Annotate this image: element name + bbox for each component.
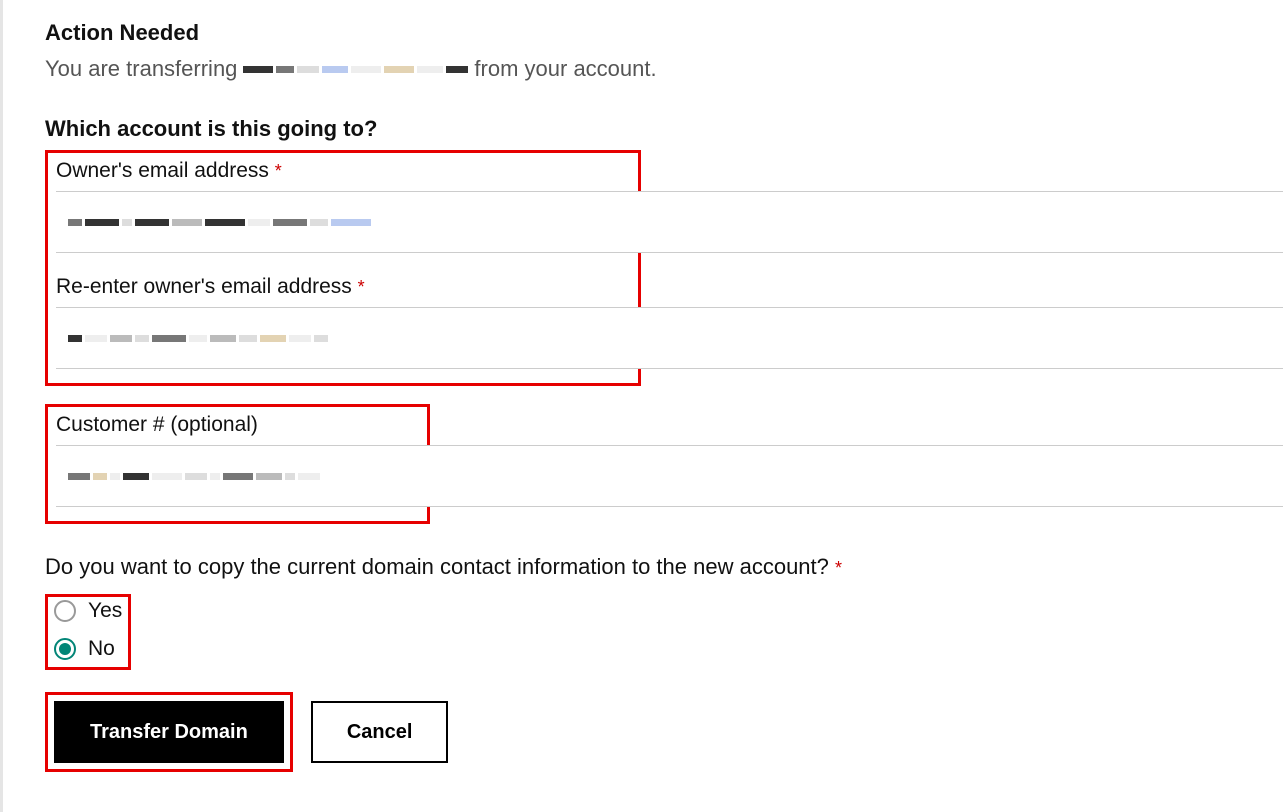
account-question: Which account is this going to? — [45, 116, 1283, 142]
highlight-box-customer: Customer # (optional) — [45, 404, 430, 524]
customer-number-input[interactable] — [56, 445, 1283, 507]
page-title: Action Needed — [45, 20, 1283, 46]
copy-contact-question: Do you want to copy the current domain c… — [45, 554, 1283, 580]
radio-icon — [54, 600, 76, 622]
radio-label-yes: Yes — [88, 599, 122, 623]
radio-option-no[interactable]: No — [54, 637, 122, 661]
reenter-email-input[interactable] — [56, 307, 1283, 369]
highlight-box-radio: Yes No — [45, 594, 131, 670]
redacted-domain — [243, 66, 468, 73]
redacted-customer-number — [68, 473, 320, 480]
redacted-owner-email — [68, 219, 371, 226]
button-row: Transfer Domain Cancel — [45, 692, 1283, 772]
transfer-subtext: You are transferring from your account. — [45, 56, 1283, 82]
customer-number-label: Customer # (optional) — [56, 413, 419, 437]
transfer-domain-button[interactable]: Transfer Domain — [54, 701, 284, 763]
radio-icon — [54, 638, 76, 660]
subtext-prefix: You are transferring — [45, 56, 237, 82]
required-asterisk: * — [835, 558, 842, 578]
redacted-reenter-email — [68, 335, 328, 342]
highlight-box-emails: Owner's email address * Re-enter owner's… — [45, 150, 641, 386]
reenter-email-label: Re-enter owner's email address * — [56, 275, 630, 299]
owner-email-input[interactable] — [56, 191, 1283, 253]
highlight-box-transfer: Transfer Domain — [45, 692, 293, 772]
subtext-suffix: from your account. — [474, 56, 656, 82]
owner-email-label: Owner's email address * — [56, 159, 630, 183]
cancel-button[interactable]: Cancel — [311, 701, 449, 763]
radio-option-yes[interactable]: Yes — [54, 599, 122, 623]
radio-label-no: No — [88, 637, 115, 661]
required-asterisk: * — [275, 161, 282, 181]
required-asterisk: * — [358, 277, 365, 297]
